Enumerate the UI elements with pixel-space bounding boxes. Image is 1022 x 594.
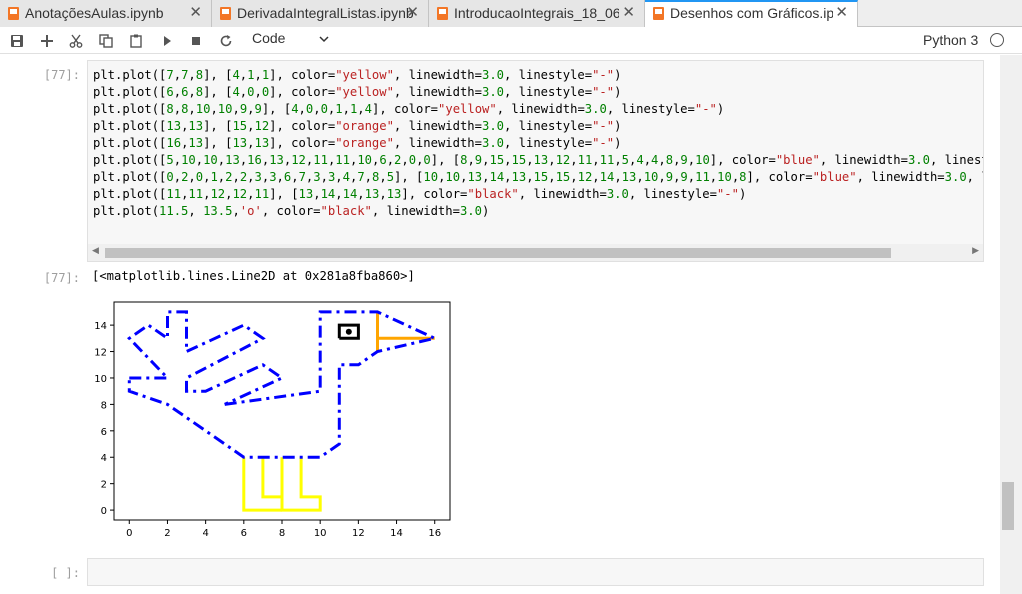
run-button[interactable] [157, 31, 177, 51]
code-line: plt.plot([13,13], [15,12], color="orange… [93, 119, 622, 133]
y-tick-label: 12 [94, 348, 107, 359]
scrollbar-thumb[interactable] [105, 248, 891, 258]
stop-button[interactable] [186, 31, 206, 51]
tab-anotacoes-aulas[interactable]: AnotaçõesAulas.ipynb ✕ [0, 0, 212, 27]
x-tick-label: 0 [126, 528, 132, 539]
code-editor[interactable]: plt.plot([7,7,8], [4,1,1], color="yellow… [93, 67, 983, 237]
paste-button[interactable] [126, 31, 146, 51]
code-line: plt.plot([6,6,8], [4,0,0], color="yellow… [93, 85, 622, 99]
close-icon[interactable]: ✕ [189, 3, 202, 21]
x-tick-label: 2 [164, 528, 170, 539]
y-tick-label: 2 [101, 480, 107, 491]
x-tick-label: 16 [428, 528, 441, 539]
scroll-left-icon[interactable]: ◀ [92, 246, 99, 256]
vertical-scrollbar-thumb[interactable] [1002, 482, 1014, 530]
notebook-panel: [77]: plt.plot([7,7,8], [4,1,1], color="… [0, 55, 1000, 594]
horizontal-scrollbar[interactable]: ◀ ▶ [88, 244, 983, 261]
tab-derivada-integral[interactable]: DerivadaIntegralListas.ipynb ✕ [212, 0, 429, 27]
paste-icon [130, 34, 142, 48]
y-tick-label: 0 [101, 506, 107, 517]
add-cell-button[interactable] [37, 31, 57, 51]
plus-icon [41, 35, 53, 47]
notebook-icon [437, 7, 448, 20]
y-tick-label: 14 [94, 321, 107, 332]
kernel-name[interactable]: Python 3 [923, 32, 978, 48]
play-icon [164, 36, 171, 46]
code-line: plt.plot([16,13], [13,13], color="orange… [93, 136, 622, 150]
notebook-icon [8, 7, 19, 20]
cell-type-dropdown[interactable]: Code [252, 30, 332, 50]
y-tick-label: 4 [101, 453, 107, 464]
notebook-icon [653, 7, 664, 20]
x-tick-label: 4 [202, 528, 208, 539]
notebook-icon [220, 7, 231, 20]
cut-button[interactable] [66, 31, 86, 51]
y-tick-label: 6 [101, 427, 107, 438]
scroll-right-icon[interactable]: ▶ [972, 246, 979, 256]
code-line: plt.plot([0,2,0,1,2,2,3,3,6,7,3,3,4,7,8,… [93, 170, 983, 184]
x-tick-label: 6 [241, 528, 247, 539]
code-line: plt.plot([7,7,8], [4,1,1], color="yellow… [93, 68, 622, 82]
tab-label: IntroducaoIntegrais_18_06_2 [454, 5, 619, 21]
x-tick-label: 14 [390, 528, 403, 539]
code-line: plt.plot([11,11,12,12,11], [13,14,14,13,… [93, 187, 747, 201]
x-tick-label: 8 [279, 528, 285, 539]
line-chart: 0 2 4 6 8 10 12 14 16 0 2 4 6 8 10 12 14 [94, 301, 451, 539]
kernel-status-icon [990, 33, 1004, 47]
copy-icon [99, 34, 113, 48]
input-prompt: [77]: [43, 68, 80, 82]
restart-icon [220, 35, 232, 47]
tab-label: AnotaçõesAulas.ipynb [25, 5, 164, 21]
code-line: plt.plot([8,8,10,10,9,9], [4,0,0,1,1,4],… [93, 102, 725, 116]
scissors-icon [69, 34, 83, 48]
x-tick-label: 12 [352, 528, 365, 539]
code-line: plt.plot([5,10,10,13,16,13,12,11,11,10,6… [93, 153, 983, 167]
code-cell[interactable]: plt.plot([7,7,8], [4,1,1], color="yellow… [87, 60, 984, 262]
output-text: [<matplotlib.lines.Line2D at 0x281a8fba8… [92, 269, 415, 283]
output-prompt: [77]: [43, 271, 80, 285]
save-button[interactable] [7, 31, 27, 51]
vertical-scrollbar[interactable] [1000, 55, 1022, 594]
copy-button[interactable] [96, 31, 116, 51]
tab-introducao-integrais[interactable]: IntroducaoIntegrais_18_06_2 ✕ [429, 0, 645, 27]
empty-prompt: [ ]: [51, 566, 80, 580]
close-icon[interactable]: ✕ [622, 3, 635, 21]
close-icon[interactable]: ✕ [406, 3, 419, 21]
cell-type-value: Code [252, 30, 286, 46]
tab-bar: AnotaçõesAulas.ipynb ✕ DerivadaIntegralL… [0, 0, 1022, 28]
code-line: plt.plot(11.5, 13.5,'o', color="black", … [93, 204, 490, 218]
chevron-down-icon [319, 36, 329, 43]
marker-point [345, 328, 352, 335]
save-icon [11, 35, 23, 47]
tab-desenhos-graficos[interactable]: Desenhos com Gráficos.ipyn ✕ [645, 0, 858, 28]
tab-label: Desenhos com Gráficos.ipyn [670, 5, 833, 21]
x-tick-label: 10 [314, 528, 327, 539]
y-tick-label: 8 [101, 400, 107, 411]
empty-code-cell[interactable] [87, 558, 984, 586]
y-tick-label: 10 [94, 374, 107, 385]
stop-icon [192, 37, 200, 45]
close-icon[interactable]: ✕ [835, 3, 848, 21]
tab-label: DerivadaIntegralListas.ipynb [237, 5, 414, 21]
notebook-toolbar: Code Python 3 [0, 27, 1022, 54]
plot-output: 0 2 4 6 8 10 12 14 16 0 2 4 6 8 10 12 14 [87, 291, 467, 541]
restart-button[interactable] [216, 31, 236, 51]
